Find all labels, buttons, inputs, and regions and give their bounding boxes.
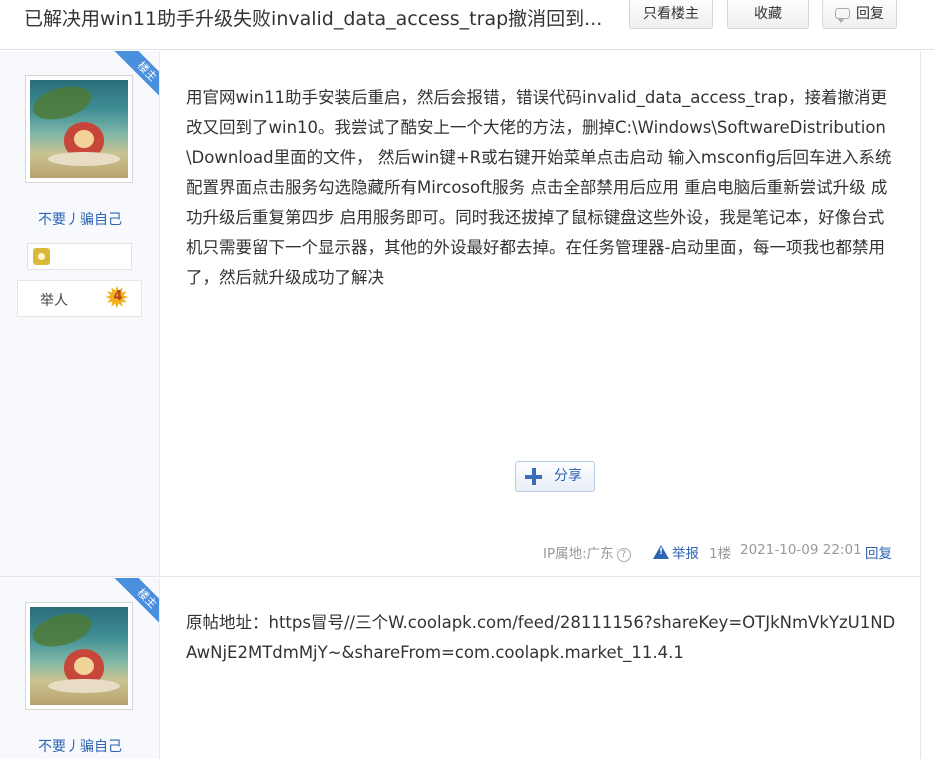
post-text: 用官网win11助手安装后重启，然后会报错，错误代码invalid_data_a… — [186, 88, 892, 287]
scrollbar[interactable] — [920, 51, 934, 759]
username-link[interactable]: 不要丿骗自己 — [0, 736, 159, 756]
thread-title: 已解决用win11助手升级失败invalid_data_access_trap撤… — [24, 8, 603, 30]
share-button[interactable]: 分享 — [515, 461, 595, 492]
author-sidebar: 楼主 不要丿骗自己 举人 ✹ 4 — [0, 51, 160, 576]
share-label: 分享 — [554, 468, 582, 484]
floor-number: 1楼 — [709, 546, 732, 562]
reply-button[interactable]: 回复 — [822, 0, 897, 29]
post-floor-2: 楼主 不要丿骗自己 原帖地址：https冒号//三个W.coolapk.com/… — [0, 578, 920, 759]
avatar-image — [30, 607, 128, 705]
reply-button-label: 回复 — [856, 6, 884, 22]
plus-icon — [525, 468, 542, 485]
username-link[interactable]: 不要丿骗自己 — [0, 209, 159, 229]
author-sidebar: 楼主 不要丿骗自己 — [0, 578, 160, 759]
help-icon[interactable]: ? — [616, 548, 631, 562]
thread-header: 已解决用win11助手升级失败invalid_data_access_trap撤… — [0, 0, 934, 50]
comment-icon — [835, 8, 850, 23]
report-label: 举报 — [672, 546, 699, 562]
badge-box — [27, 243, 132, 270]
favorite-button[interactable]: 收藏 — [727, 0, 809, 29]
report-link[interactable]: 举报 — [653, 542, 699, 562]
badge-icon[interactable] — [33, 248, 50, 265]
post-floor-1: 楼主 不要丿骗自己 举人 ✹ 4 用官网win11助手安装后重启，然后会报错，错… — [0, 51, 920, 577]
ip-location: IP属地:广东? — [543, 542, 631, 562]
post-time: 2021-10-09 22:01 — [740, 542, 862, 558]
level-number: 4 — [113, 289, 123, 304]
avatar[interactable] — [25, 75, 133, 183]
post-reply-link[interactable]: 回复 — [865, 542, 892, 562]
avatar-image — [30, 80, 128, 178]
warning-icon — [653, 545, 669, 559]
post-text: 原帖地址：https冒号//三个W.coolapk.com/feed/28111… — [186, 613, 896, 662]
level-name: 举人 — [40, 293, 68, 309]
avatar[interactable] — [25, 602, 133, 710]
post-content: 原帖地址：https冒号//三个W.coolapk.com/feed/28111… — [186, 608, 898, 668]
ip-text: IP属地:广东 — [543, 546, 614, 562]
only-op-button[interactable]: 只看楼主 — [629, 0, 713, 29]
level-badge[interactable]: 举人 ✹ 4 — [17, 280, 142, 317]
post-content: 用官网win11助手安装后重启，然后会报错，错误代码invalid_data_a… — [186, 83, 898, 293]
